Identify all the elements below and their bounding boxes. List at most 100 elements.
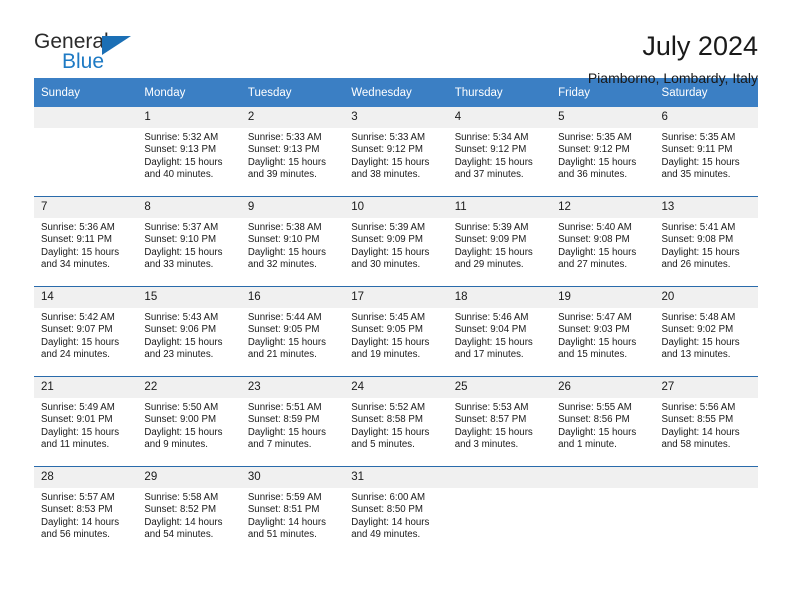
title-block: July 2024 Piamborno, Lombardy, Italy	[144, 30, 758, 88]
day-cell[interactable]: 5 Sunrise: 5:35 AM Sunset: 9:12 PM Dayli…	[551, 107, 655, 197]
day-cell[interactable]: 26 Sunrise: 5:55 AM Sunset: 8:56 PM Dayl…	[551, 376, 655, 467]
sunrise-text: Sunrise: 5:35 AM	[661, 132, 736, 143]
day-cell[interactable]: 24 Sunrise: 5:52 AM Sunset: 8:58 PM Dayl…	[344, 376, 448, 467]
day-cell[interactable]: 10 Sunrise: 5:39 AM Sunset: 9:09 PM Dayl…	[344, 196, 448, 287]
day-cell[interactable]: 11 Sunrise: 5:39 AM Sunset: 9:09 PM Dayl…	[447, 196, 552, 287]
daylight-text-line2: and 19 minutes.	[351, 348, 421, 360]
day-cell[interactable]: 17 Sunrise: 5:45 AM Sunset: 9:05 PM Dayl…	[344, 286, 448, 377]
sunset-text: Sunset: 9:05 PM	[351, 324, 423, 336]
day-details: Sunrise: 5:32 AM Sunset: 9:13 PM Dayligh…	[137, 128, 240, 181]
day-number: 31	[344, 467, 448, 488]
day-number: 19	[551, 287, 655, 308]
day-cell[interactable]	[34, 107, 138, 197]
day-number: 24	[344, 377, 448, 398]
page-subtitle: Piamborno, Lombardy, Italy	[587, 70, 758, 86]
day-number	[551, 467, 655, 488]
sunset-text: Sunset: 9:03 PM	[558, 324, 630, 336]
sunrise-text: Sunrise: 5:46 AM	[454, 312, 529, 323]
day-number: 14	[34, 287, 138, 308]
day-cell[interactable]: 3 Sunrise: 5:33 AM Sunset: 9:12 PM Dayli…	[344, 107, 448, 197]
daylight-text-line2: and 30 minutes.	[351, 258, 421, 270]
sunrise-text: Sunrise: 5:37 AM	[144, 222, 219, 233]
day-cell[interactable]: 27 Sunrise: 5:56 AM Sunset: 8:55 PM Dayl…	[654, 376, 758, 467]
daylight-text-line2: and 13 minutes.	[661, 348, 731, 360]
day-cell[interactable]: 12 Sunrise: 5:40 AM Sunset: 9:08 PM Dayl…	[551, 196, 655, 287]
day-cell[interactable]: 16 Sunrise: 5:44 AM Sunset: 9:05 PM Dayl…	[240, 286, 345, 377]
sunset-text: Sunset: 9:10 PM	[144, 234, 217, 246]
sunset-text: Sunset: 9:08 PM	[558, 234, 630, 246]
sunrise-text: Sunrise: 5:52 AM	[351, 402, 426, 413]
daylight-text-line1: Daylight: 15 hours	[144, 336, 223, 348]
day-details: Sunrise: 5:39 AM Sunset: 9:09 PM Dayligh…	[448, 218, 551, 271]
day-cell[interactable]: 8 Sunrise: 5:37 AM Sunset: 9:10 PM Dayli…	[137, 196, 241, 287]
daylight-text-line2: and 29 minutes.	[454, 258, 524, 270]
sunset-text: Sunset: 9:12 PM	[454, 144, 527, 156]
day-cell[interactable]: 22 Sunrise: 5:50 AM Sunset: 9:00 PM Dayl…	[137, 376, 241, 467]
sunrise-sunset-calendar: Sunday Monday Tuesday Wednesday Thursday…	[34, 78, 758, 556]
day-details: Sunrise: 5:33 AM Sunset: 9:12 PM Dayligh…	[344, 128, 447, 181]
day-cell[interactable]: 25 Sunrise: 5:53 AM Sunset: 8:57 PM Dayl…	[447, 376, 552, 467]
day-number: 17	[344, 287, 448, 308]
daylight-text-line1: Daylight: 14 hours	[247, 516, 326, 528]
day-cell-empty	[654, 466, 758, 556]
day-cell[interactable]: 13 Sunrise: 5:41 AM Sunset: 9:08 PM Dayl…	[654, 196, 758, 287]
day-number: 2	[240, 107, 345, 128]
day-number: 23	[240, 377, 345, 398]
day-cell[interactable]: 28 Sunrise: 5:57 AM Sunset: 8:53 PM Dayl…	[34, 466, 138, 556]
day-cell[interactable]: 23 Sunrise: 5:51 AM Sunset: 8:59 PM Dayl…	[240, 376, 345, 467]
day-cell-empty	[447, 466, 552, 556]
day-number: 6	[654, 107, 758, 128]
daylight-text-line2: and 26 minutes.	[661, 258, 731, 270]
day-cell[interactable]: 14 Sunrise: 5:42 AM Sunset: 9:07 PM Dayl…	[34, 286, 138, 377]
daylight-text-line2: and 1 minute.	[558, 438, 617, 450]
day-cell[interactable]: 19 Sunrise: 5:47 AM Sunset: 9:03 PM Dayl…	[551, 286, 655, 377]
day-details: Sunrise: 5:33 AM Sunset: 9:13 PM Dayligh…	[241, 128, 344, 181]
daylight-text-line2: and 27 minutes.	[558, 258, 628, 270]
sunset-text: Sunset: 9:10 PM	[247, 234, 320, 246]
daylight-text-line1: Daylight: 14 hours	[144, 516, 223, 528]
day-details: Sunrise: 5:48 AM Sunset: 9:02 PM Dayligh…	[655, 308, 758, 361]
day-cell[interactable]: 6 Sunrise: 5:35 AM Sunset: 9:11 PM Dayli…	[654, 107, 758, 197]
day-number: 5	[551, 107, 655, 128]
sunset-text: Sunset: 8:58 PM	[351, 414, 423, 426]
daylight-text-line1: Daylight: 14 hours	[351, 516, 430, 528]
sunset-text: Sunset: 9:02 PM	[661, 324, 734, 336]
day-number: 10	[344, 197, 448, 218]
sunrise-text: Sunrise: 5:41 AM	[661, 222, 736, 233]
day-number: 18	[447, 287, 552, 308]
day-number	[654, 467, 758, 488]
day-number: 13	[654, 197, 758, 218]
week-row: 7 Sunrise: 5:36 AM Sunset: 9:11 PM Dayli…	[34, 196, 758, 287]
daylight-text-line1: Daylight: 15 hours	[41, 246, 120, 258]
daylight-text-line1: Daylight: 15 hours	[247, 246, 326, 258]
day-cell[interactable]: 31 Sunrise: 6:00 AM Sunset: 8:50 PM Dayl…	[344, 466, 448, 556]
daylight-text-line1: Daylight: 15 hours	[41, 336, 120, 348]
day-cell[interactable]: 20 Sunrise: 5:48 AM Sunset: 9:02 PM Dayl…	[654, 286, 758, 377]
day-cell[interactable]: 1 Sunrise: 5:32 AM Sunset: 9:13 PM Dayli…	[137, 107, 241, 197]
day-number: 12	[551, 197, 655, 218]
calendar-body: 1 Sunrise: 5:32 AM Sunset: 9:13 PM Dayli…	[34, 107, 758, 556]
day-details	[551, 488, 654, 492]
sunset-text: Sunset: 9:12 PM	[351, 144, 423, 156]
day-cell[interactable]: 15 Sunrise: 5:43 AM Sunset: 9:06 PM Dayl…	[137, 286, 241, 377]
day-cell[interactable]: 7 Sunrise: 5:36 AM Sunset: 9:11 PM Dayli…	[34, 196, 138, 287]
day-cell[interactable]: 29 Sunrise: 5:58 AM Sunset: 8:52 PM Dayl…	[137, 466, 241, 556]
sunset-text: Sunset: 9:04 PM	[454, 324, 527, 336]
page-title: July 2024	[642, 31, 758, 61]
day-number: 16	[240, 287, 345, 308]
day-details: Sunrise: 5:57 AM Sunset: 8:53 PM Dayligh…	[34, 488, 137, 541]
daylight-text-line2: and 37 minutes.	[454, 168, 524, 180]
day-cell[interactable]: 18 Sunrise: 5:46 AM Sunset: 9:04 PM Dayl…	[447, 286, 552, 377]
daylight-text-line2: and 51 minutes.	[247, 528, 317, 540]
daylight-text-line2: and 38 minutes.	[351, 168, 421, 180]
day-cell[interactable]: 21 Sunrise: 5:49 AM Sunset: 9:01 PM Dayl…	[34, 376, 138, 467]
daylight-text-line1: Daylight: 15 hours	[351, 336, 430, 348]
day-cell[interactable]: 30 Sunrise: 5:59 AM Sunset: 8:51 PM Dayl…	[240, 466, 345, 556]
sunrise-text: Sunrise: 5:56 AM	[661, 402, 736, 413]
day-cell[interactable]: 2 Sunrise: 5:33 AM Sunset: 9:13 PM Dayli…	[240, 107, 345, 197]
general-blue-logo[interactable]: General Blue	[34, 30, 144, 82]
daylight-text-line1: Daylight: 15 hours	[454, 336, 533, 348]
daylight-text-line2: and 33 minutes.	[144, 258, 214, 270]
day-cell[interactable]: 4 Sunrise: 5:34 AM Sunset: 9:12 PM Dayli…	[447, 107, 552, 197]
day-cell[interactable]: 9 Sunrise: 5:38 AM Sunset: 9:10 PM Dayli…	[240, 196, 345, 287]
